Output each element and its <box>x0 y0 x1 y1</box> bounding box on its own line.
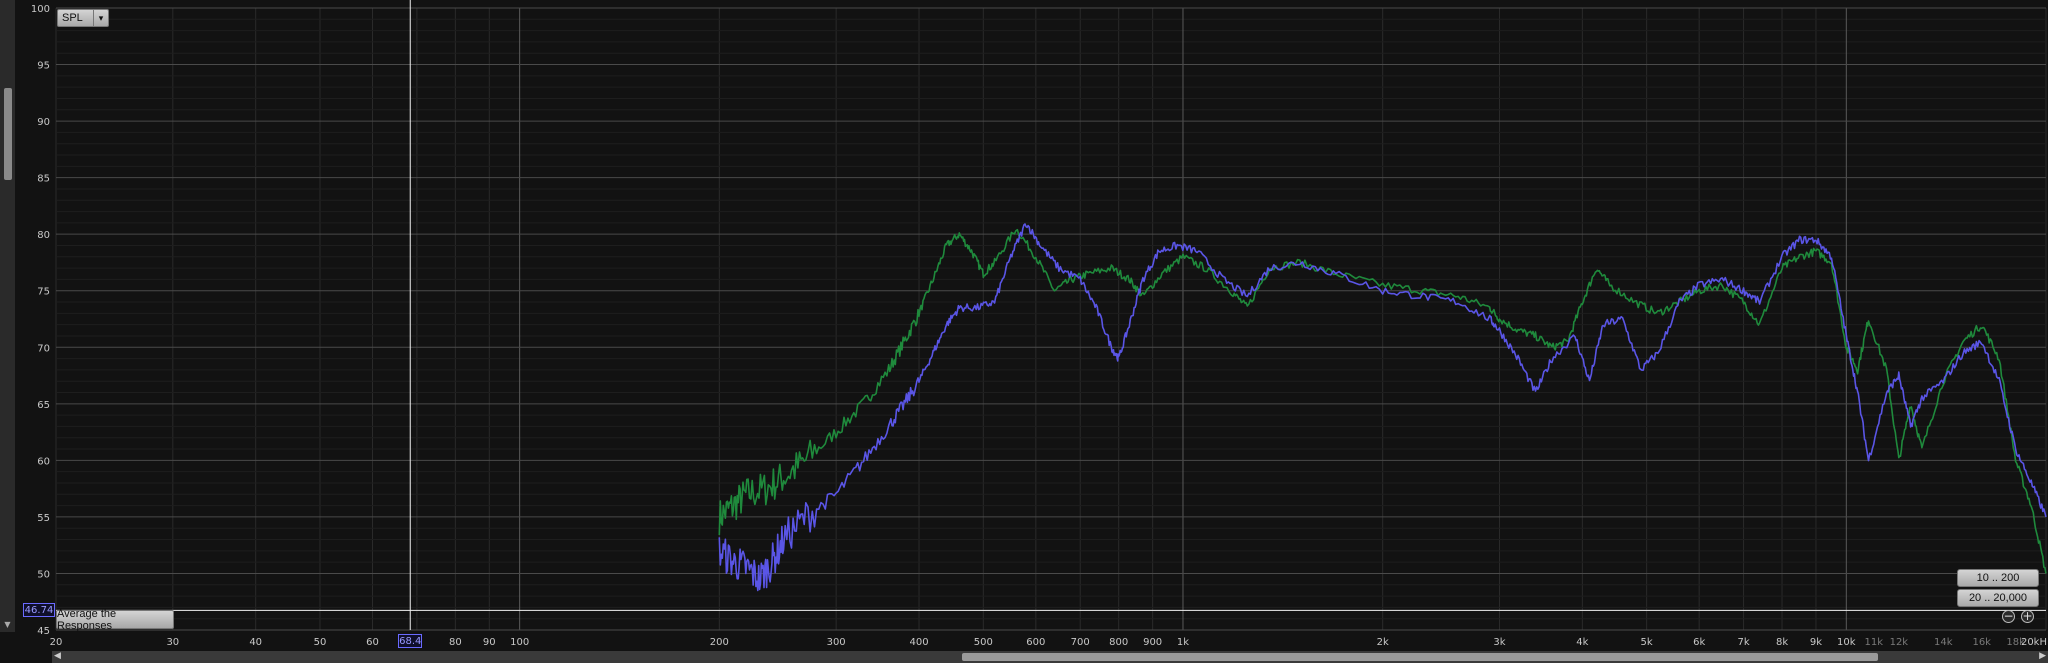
x-tick-label: 11k <box>1865 637 1884 648</box>
y-tick-label: 65 <box>37 400 50 411</box>
x-tick-label: 6k <box>1693 637 1705 648</box>
x-tick-label: 16k <box>1972 637 1991 648</box>
x-tick-label: 700 <box>1071 637 1090 648</box>
x-tick-label: 800 <box>1109 637 1128 648</box>
y-tick-label: 100 <box>31 4 50 15</box>
horizontal-scrollbar[interactable]: ◀ ▶ <box>52 651 2048 663</box>
x-tick-label: 900 <box>1143 637 1162 648</box>
scroll-right-icon[interactable]: ▶ <box>2039 651 2046 661</box>
spl-select[interactable]: SPL ▾ <box>57 9 109 27</box>
x-tick-label: 20kH <box>2021 637 2047 648</box>
x-tick-label: 60 <box>366 637 379 648</box>
y-tick-label: 95 <box>37 61 50 72</box>
y-tick-label: 75 <box>37 287 50 298</box>
x-tick-label: 4k <box>1576 637 1588 648</box>
x-tick-label: 1k <box>1177 637 1189 648</box>
zoom-in-icon[interactable]: + <box>2021 610 2034 623</box>
x-tick-label: 600 <box>1026 637 1045 648</box>
x-tick-label: 14k <box>1934 637 1953 648</box>
x-tick-label: 200 <box>710 637 729 648</box>
x-tick-label: 9k <box>1810 637 1822 648</box>
frequency-response-plot[interactable]: 100 95 90 85 80 75 70 65 60 55 50 45 20 30 40 50 60 80 90… <box>0 0 2048 663</box>
y-tick-label: 55 <box>37 513 50 524</box>
x-tick-label: 500 <box>974 637 993 648</box>
chevron-down-icon[interactable]: ▾ <box>93 10 108 26</box>
y-tick-label: 80 <box>37 230 50 241</box>
scroll-left-icon[interactable]: ◀ <box>54 651 61 661</box>
x-tick-label: 5k <box>1641 637 1653 648</box>
horizontal-scrollbar-thumb[interactable] <box>962 653 1878 661</box>
x-tick-label: 40 <box>249 637 262 648</box>
range-20-20000-button[interactable]: 20 .. 20,000 <box>1957 589 2039 607</box>
x-tick-label: 20 <box>50 637 63 648</box>
x-tick-label: 400 <box>909 637 928 648</box>
x-tick-label: 3k <box>1493 637 1505 648</box>
x-tick-label: 300 <box>827 637 846 648</box>
range-10-200-button[interactable]: 10 .. 200 <box>1957 569 2039 587</box>
cursor-spl-readout: 46.74 <box>23 603 55 618</box>
average-responses-button[interactable]: Average the Responses <box>56 608 174 632</box>
vertical-scrollbar-thumb[interactable] <box>4 88 12 180</box>
y-tick-label: 60 <box>37 456 50 467</box>
cursor-frequency-readout: 68.4 <box>398 634 423 648</box>
y-tick-label: 85 <box>37 174 50 185</box>
spl-select-value: SPL <box>62 12 83 24</box>
x-tick-label: 8k <box>1776 637 1788 648</box>
x-tick-label: 12k <box>1890 637 1909 648</box>
x-tick-label: 100 <box>510 637 529 648</box>
x-tick-label: 7k <box>1737 637 1749 648</box>
y-tick-label: 50 <box>37 569 50 580</box>
x-tick-label: 30 <box>166 637 179 648</box>
x-tick-label: 90 <box>483 637 496 648</box>
y-tick-label: 45 <box>37 626 50 637</box>
x-tick-label: 2k <box>1377 637 1389 648</box>
scroll-down-icon[interactable]: ▼ <box>2 620 13 630</box>
zoom-out-icon[interactable]: − <box>2002 610 2015 623</box>
vertical-scrollbar[interactable]: ▼ <box>0 0 15 632</box>
y-tick-label: 70 <box>37 343 50 354</box>
x-tick-label: 10k <box>1837 637 1856 648</box>
x-tick-label: 50 <box>314 637 327 648</box>
y-tick-label: 90 <box>37 117 50 128</box>
x-tick-label: 80 <box>449 637 462 648</box>
